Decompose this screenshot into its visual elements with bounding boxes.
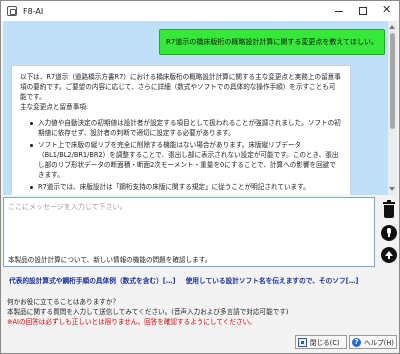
minimize-icon [335, 11, 343, 12]
input-side-buttons [381, 200, 399, 269]
maximize-icon [359, 7, 367, 15]
minimize-button[interactable] [327, 1, 351, 21]
suggestion-links: 代表的設計算式や鋼桁手順の具体例（数式を含む）[…] 使用している設計ソフト名を伝… [9, 275, 397, 285]
scroll-thumb[interactable] [390, 33, 395, 129]
trash-lid [383, 202, 395, 204]
message-overlay-text: 本製品の設計計算について、新しい情報の機能の問題を確認します。 [8, 254, 368, 264]
help-icon: ? [352, 337, 361, 347]
close-button-label: 閉じる(C) [310, 339, 340, 347]
chat-scrollbar[interactable] [388, 21, 397, 195]
ai-response-bullet: 入力値や自動決定の初期値は設計者が設定する項目として扱われることが強調されました… [30, 118, 342, 138]
close-window-button[interactable]: ✕ [375, 1, 399, 21]
info-instruction: 本製品に関する質問を入力して送信してみてください。(音声入力および多言語で対応可… [7, 308, 289, 316]
suggestion-link[interactable]: 使用している設計ソフト名を伝えますので、そのソフ[…] [186, 277, 359, 285]
ai-response-bullet: R7道示では、床版設計は「鋼桁支持の床版に関する規定」に従うことが明記されていま… [30, 182, 342, 192]
scroll-up-arrow-icon[interactable] [389, 25, 395, 29]
microphone-stand [388, 234, 390, 237]
close-icon: ✕ [382, 3, 392, 16]
close-button[interactable]: 閉じる(C) [295, 335, 347, 349]
user-message-text: R7道示の橋床版桁の概略設計計算に関する変更点を教えてほしい。 [166, 38, 378, 46]
ai-warning: ※AIの回答は必ずしも正しいとは限りません。回答を確認するようにしてください。 [7, 318, 256, 326]
scroll-down-arrow-icon[interactable] [389, 187, 395, 191]
voice-input-button[interactable] [381, 225, 397, 241]
exit-door-icon [298, 337, 307, 347]
help-button[interactable]: ? ヘルプ(H) [349, 335, 397, 349]
ai-response-list: 入力値や自動決定の初期値は設計者が設定する項目として扱われることが強調されました… [30, 118, 342, 192]
title-bar: F8-AI ✕ [1, 1, 399, 21]
app-window: F8-AI ✕ R7道示の橋床版桁の概略設計計算に関する変更点を教えてほしい。 … [0, 0, 400, 354]
trash-body [384, 205, 394, 218]
window-title: F8-AI [23, 6, 44, 16]
ai-response-intro: 以下は、R7道示（道路橋示方書R7）における橋床版桁の概略設計計算に関する主な変… [20, 73, 341, 101]
suggestion-link[interactable]: 代表的設計算式や鋼桁手順の具体例（数式を含む）[…] [9, 277, 176, 285]
window-controls: ✕ [327, 1, 399, 21]
info-prompt: 何かお役に立てることはありますか？ [7, 298, 120, 306]
send-button[interactable] [381, 247, 397, 263]
ai-response-subheading: 主な変更点と留意事項: [20, 103, 89, 111]
info-panel: 何かお役に立てることはありますか？ 本製品に関する質問を入力して送信してみてくだ… [7, 297, 395, 327]
message-input[interactable]: ここにメッセージを入力して下さい。 本製品の設計計算について、新しい情報の機能の… [3, 197, 375, 267]
chat-history[interactable]: R7道示の橋床版桁の概略設計計算に関する変更点を教えてほしい。 以下は、R7道示… [3, 21, 397, 195]
maximize-button[interactable] [351, 1, 375, 21]
app-icon [7, 6, 17, 16]
ai-response-bubble: 以下は、R7道示（道路橋示方書R7）における橋床版桁の概略設計計算に関する主な変… [11, 65, 351, 195]
ai-response-bullet: ソフト上で床版の縦リブを完全に削除する機能はない場合があります。床版縦リブデータ… [30, 140, 342, 180]
message-input-placeholder: ここにメッセージを入力して下さい。 [8, 203, 127, 211]
user-message-bubble: R7道示の橋床版桁の概略設計計算に関する変更点を教えてほしい。 [159, 29, 385, 55]
arrow-stem [388, 255, 390, 259]
clear-button[interactable] [381, 200, 397, 219]
help-button-label: ヘルプ(H) [364, 339, 394, 347]
